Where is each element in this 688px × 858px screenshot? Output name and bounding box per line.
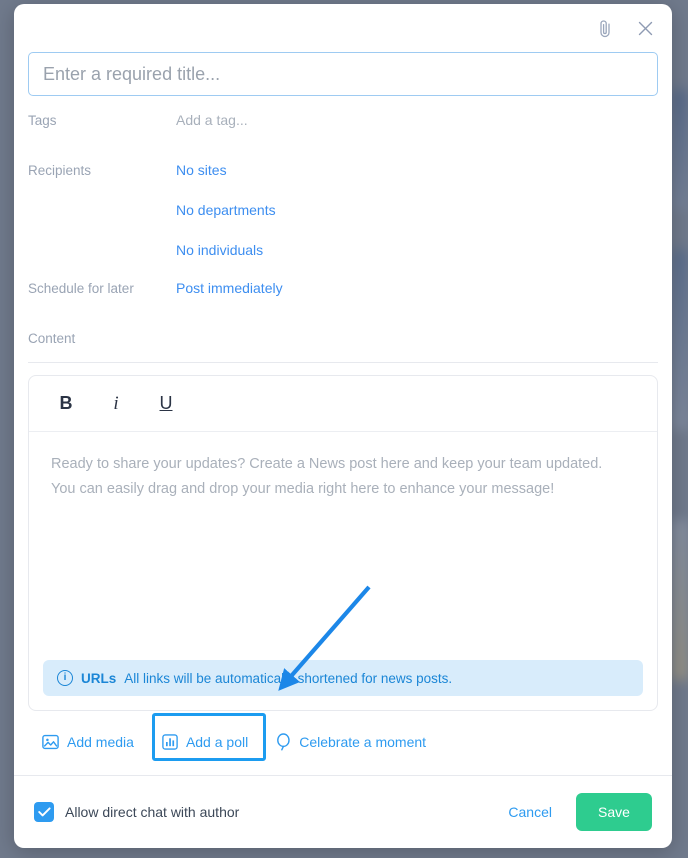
add-media-button[interactable]: Add media (28, 722, 148, 762)
rich-text-editor-card: B i U Ready to share your updates? Creat… (28, 375, 658, 711)
cancel-button[interactable]: Cancel (508, 804, 552, 820)
content-row: Content (28, 328, 658, 354)
add-poll-label: Add a poll (185, 734, 249, 750)
post-meta-fields: Tags Add a tag... Recipients No sites No… (14, 96, 672, 363)
editor-content-input[interactable]: Ready to share your updates? Create a Ne… (29, 432, 657, 660)
recipients-label: Recipients (28, 163, 92, 178)
celebrate-a-moment-button[interactable]: Celebrate a moment (262, 722, 440, 762)
underline-button[interactable]: U (153, 393, 179, 414)
content-label: Content (28, 331, 76, 346)
balloon-icon (276, 732, 291, 752)
allow-direct-chat-row[interactable]: Allow direct chat with author (34, 802, 239, 822)
editor-placeholder-line-1: Ready to share your updates? Create a Ne… (51, 456, 603, 472)
info-icon: i (57, 670, 73, 686)
title-input[interactable] (28, 52, 658, 96)
tags-label: Tags (28, 113, 57, 128)
create-news-post-dialog: Tags Add a tag... Recipients No sites No… (14, 4, 672, 848)
save-button[interactable]: Save (576, 793, 652, 831)
allow-direct-chat-label: Allow direct chat with author (65, 804, 240, 820)
add-media-label: Add media (67, 734, 134, 750)
italic-button[interactable]: i (103, 393, 129, 415)
recipients-individuals[interactable]: No individuals (176, 240, 276, 258)
formatting-toolbar: B i U (29, 376, 657, 432)
dialog-header (14, 4, 672, 52)
bar-chart-icon (162, 734, 178, 750)
add-poll-button[interactable]: Add a poll (148, 722, 262, 762)
recipients-sites[interactable]: No sites (176, 160, 276, 178)
dialog-footer: Allow direct chat with author Cancel Sav… (14, 776, 672, 848)
background-blur-shape (672, 520, 688, 680)
allow-direct-chat-checkbox[interactable] (34, 802, 54, 822)
background-blur-shape (672, 250, 688, 430)
close-icon[interactable] (634, 17, 656, 39)
title-field-wrapper (14, 52, 672, 96)
background-blur-shape (672, 90, 688, 210)
schedule-row: Schedule for later Post immediately (28, 278, 658, 314)
paperclip-icon[interactable] (594, 17, 616, 39)
url-shortening-notice: i URLs All links will be automatically s… (43, 660, 643, 696)
schedule-label: Schedule for later (28, 281, 134, 296)
url-notice-wrapper: i URLs All links will be automatically s… (29, 660, 657, 710)
bold-button[interactable]: B (53, 393, 79, 414)
attachment-actions-row: Add media Add a poll Celebrate a moment (14, 711, 672, 767)
url-notice-text: All links will be automatically shortene… (124, 670, 453, 686)
recipients-values: No sites No departments No individuals (176, 160, 276, 258)
editor-area: B i U Ready to share your updates? Creat… (14, 363, 672, 711)
editor-placeholder-line-2: You can easily drag and drop your media … (51, 481, 555, 497)
tags-row: Tags Add a tag... (28, 110, 658, 146)
recipients-row: Recipients No sites No departments No in… (28, 160, 658, 258)
image-icon (42, 734, 59, 750)
tags-value[interactable]: Add a tag... (176, 110, 248, 128)
celebrate-label: Celebrate a moment (299, 734, 427, 750)
url-notice-strong: URLs (81, 670, 117, 686)
recipients-departments[interactable]: No departments (176, 200, 276, 218)
schedule-value[interactable]: Post immediately (176, 278, 283, 296)
